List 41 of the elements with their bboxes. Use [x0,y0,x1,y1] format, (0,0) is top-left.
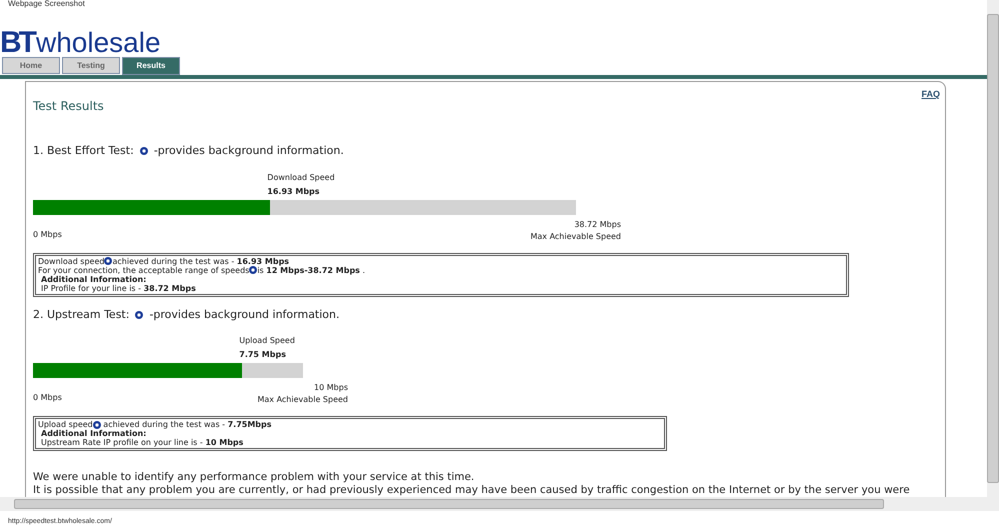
window-caption: Webpage Screenshot [7,0,86,8]
logo-word: wholesale [36,30,161,56]
max-label: 10 Mbps [314,382,348,394]
horizontal-scrollbar[interactable] [0,497,999,511]
info-text: -provides background information. [154,143,344,159]
speed-label: Upload Speed [239,335,295,347]
detail-text: IP Profile for your line is - 38.72 Mbps [40,284,197,292]
max-caption: Max Achievable Speed [530,230,621,242]
detail-text: achieved during the test was - 7.75Mbps [102,420,272,429]
test-heading: 1. Best Effort Test: [33,143,134,159]
speed-value: 7.75 Mbps [239,349,287,361]
detail-text: Download speed [38,256,104,266]
detail-text: For your connection, the acceptable range of speeds [38,266,250,274]
min-label: 0 Mbps [33,228,62,240]
detail-text: Upstream Rate IP profile on your line is - 10 Mbps [40,438,244,447]
faq-link[interactable]: FAQ [921,88,940,102]
speed-label: Download Speed [267,172,335,184]
test-heading: 2. Upstream Test: [33,306,130,322]
help-icon[interactable] [92,420,101,429]
speed-value: 16.93 Mbps [267,186,321,198]
help-icon[interactable] [249,266,258,274]
detail-text: achieved during the test was - 16.93 Mbps [112,256,290,266]
help-icon[interactable] [140,147,148,156]
help-icon[interactable] [104,257,112,266]
panel-title: Test Results [33,98,104,115]
scroll-thumb[interactable] [14,499,884,509]
max-label: 38.72 Mbps [574,218,621,230]
detail-heading: Additional Information: [40,429,148,438]
message-text: It is possible that any problem you are currently, or had previously experienced may have been caused by traffic congestion on the Internet or by the server you were [33,484,911,497]
logo-mark: BT [0,30,34,56]
min-label: 0 Mbps [33,392,62,404]
nav-tab[interactable]: Results [122,57,180,75]
info-text: -provides background information. [149,306,340,322]
nav-tab[interactable]: Home [2,57,60,74]
message-text: We were unable to identify any performance problem with your service at this time. [33,471,476,484]
max-caption: Max Achievable Speed [257,394,348,406]
detail-text: is 12 Mbps-38.72 Mbps . [257,266,366,274]
detail-heading: Additional Information: [40,274,146,284]
help-icon[interactable] [135,310,144,319]
detail-text: Upload speed [38,420,93,429]
nav-tab[interactable]: Testing [62,57,120,74]
